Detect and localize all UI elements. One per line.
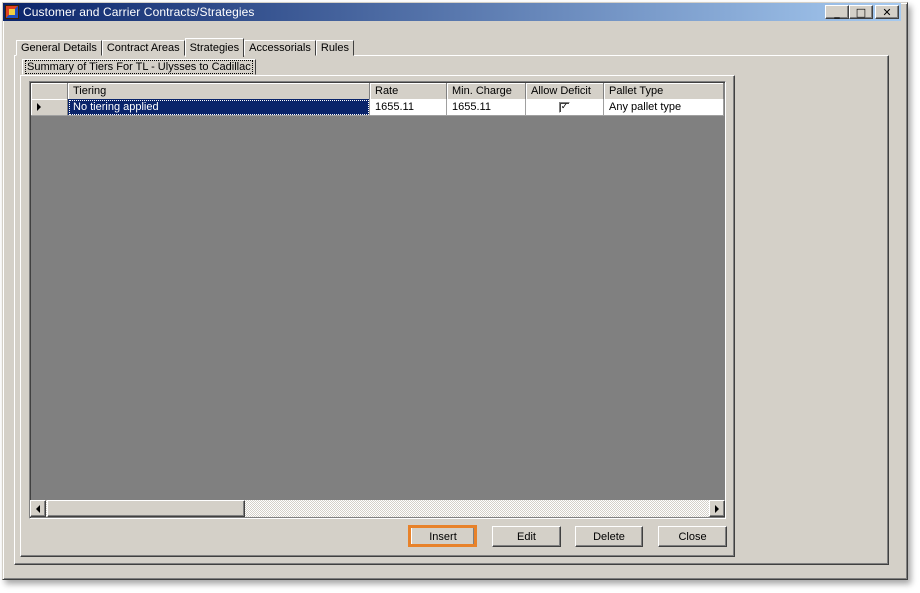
- scroll-thumb[interactable]: [47, 500, 245, 517]
- main-tabstrip: General Details Contract Areas Strategie…: [16, 38, 354, 57]
- scroll-right-icon: [715, 504, 719, 513]
- window-title: Customer and Carrier Contracts/Strategie…: [23, 5, 255, 19]
- tab-accessorials[interactable]: Accessorials: [244, 40, 316, 56]
- title-bar[interactable]: Customer and Carrier Contracts/Strategie…: [3, 3, 901, 21]
- allow-deficit-checkbox[interactable]: ✓: [559, 101, 570, 113]
- scroll-left-button[interactable]: [30, 500, 46, 517]
- horizontal-scrollbar[interactable]: [30, 500, 725, 517]
- maximize-button[interactable]: □: [849, 5, 873, 19]
- close-button[interactable]: Close: [658, 526, 727, 547]
- row-header-corner: [31, 83, 68, 100]
- scroll-left-icon: [36, 504, 40, 513]
- tiers-grid[interactable]: Tiering Rate Min. Charge Allow Deficit P…: [29, 81, 726, 519]
- app-icon: [5, 5, 19, 19]
- tab-general-details[interactable]: General Details: [16, 40, 102, 56]
- tab-rules[interactable]: Rules: [315, 40, 354, 56]
- window-controls: _ □ ✕: [825, 5, 899, 19]
- column-header-min-charge[interactable]: Min. Charge: [447, 83, 526, 100]
- tab-tier-summary-label: Summary of Tiers For TL - Ulysses to Cad…: [25, 60, 253, 74]
- table-row[interactable]: No tiering applied 1655.11 1655.11 ✓ Any…: [31, 99, 724, 116]
- cell-tiering[interactable]: No tiering applied: [68, 99, 370, 116]
- column-header-tiering[interactable]: Tiering: [68, 83, 370, 100]
- column-header-allow-deficit[interactable]: Allow Deficit: [526, 83, 604, 100]
- cell-allow-deficit[interactable]: ✓: [526, 99, 604, 116]
- edit-button[interactable]: Edit: [492, 526, 561, 547]
- scroll-right-button[interactable]: [709, 500, 725, 517]
- tab-strategies[interactable]: Strategies: [184, 38, 245, 57]
- minimize-button[interactable]: _: [825, 5, 849, 19]
- delete-button[interactable]: Delete: [575, 526, 643, 547]
- grid-header-row: Tiering Rate Min. Charge Allow Deficit P…: [31, 83, 724, 100]
- column-header-rate[interactable]: Rate: [370, 83, 447, 100]
- column-header-pallet-type[interactable]: Pallet Type: [604, 83, 724, 100]
- cell-pallet-type[interactable]: Any pallet type: [604, 99, 724, 116]
- close-window-button[interactable]: ✕: [875, 5, 899, 19]
- tab-tier-summary[interactable]: Summary of Tiers For TL - Ulysses to Cad…: [22, 59, 256, 75]
- cell-min-charge[interactable]: 1655.11: [447, 99, 526, 116]
- tab-contract-areas[interactable]: Contract Areas: [101, 40, 185, 56]
- row-selector[interactable]: [31, 99, 68, 116]
- row-pointer-icon: [37, 103, 41, 111]
- cell-rate[interactable]: 1655.11: [370, 99, 447, 116]
- insert-button[interactable]: Insert: [411, 526, 475, 547]
